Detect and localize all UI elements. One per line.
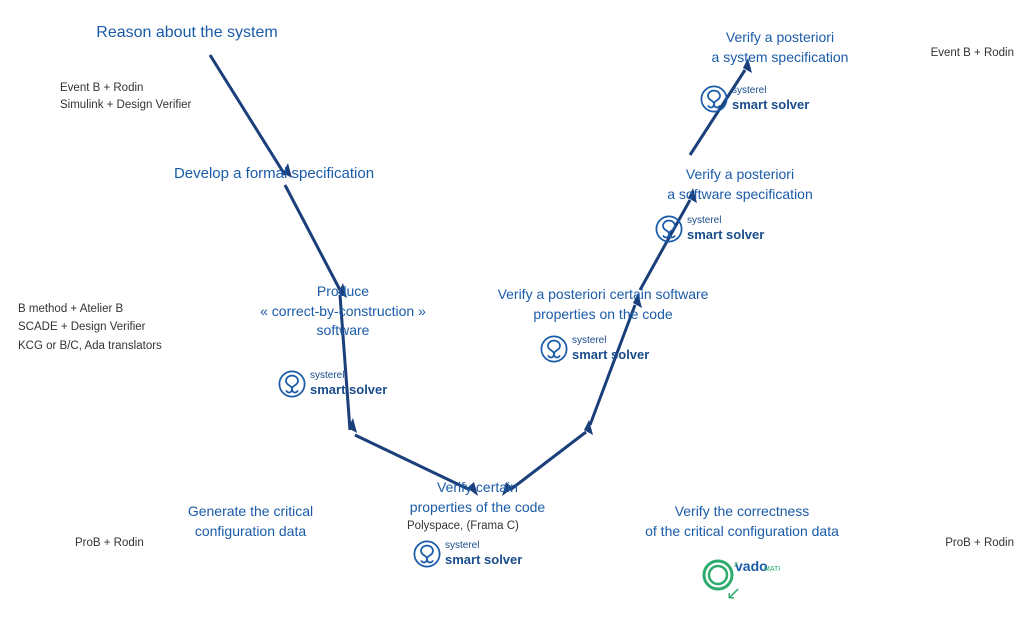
event-b-rodin-top-label: Event B + Rodin (931, 45, 1014, 61)
systerel-badge-props: systerel smart solver (540, 335, 649, 363)
systerel-logo-system (700, 85, 728, 113)
systerel-badge-certain: systerel smart solver (413, 540, 522, 568)
systerel-logo-certain (413, 540, 441, 568)
systerel-logo-produce (278, 370, 306, 398)
verify-system-spec-label: Verify a posterioria system specificatio… (680, 28, 880, 67)
systerel-brand-system: systerel smart solver (732, 85, 809, 113)
svg-text:vado: vado (735, 558, 768, 574)
prob-rodin-right-label: ProB + Rodin (945, 535, 1014, 551)
verify-correctness-label: Verify the correctnessof the critical co… (622, 502, 862, 541)
reason-about-system-label: Reason about the system (87, 22, 287, 44)
verify-software-props-label: Verify a posteriori certain softwareprop… (488, 285, 718, 324)
left-tools-label: B method + Atelier B SCADE + Design Veri… (18, 300, 162, 355)
svg-text:MATH: MATH (764, 566, 780, 573)
svg-text:2: 2 (734, 562, 738, 569)
generate-critical-label: Generate the criticalconfiguration data (163, 502, 338, 541)
systerel-brand-props: systerel smart solver (572, 335, 649, 363)
verify-software-spec-label: Verify a posterioria software specificat… (635, 165, 845, 204)
systerel-logo-software (655, 215, 683, 243)
systerel-brand-certain: systerel smart solver (445, 540, 522, 568)
systerel-logo-props (540, 335, 568, 363)
prob-rodin-left-label: ProB + Rodin (75, 535, 144, 551)
systerel-badge-produce: systerel smart solver (278, 370, 387, 398)
polyspace-label: Polyspace, (Frama C) (407, 518, 519, 534)
produce-label: Produce « correct-by-construction » soft… (253, 282, 433, 341)
svg-text:↙: ↙ (726, 583, 741, 602)
reason-tools-label: Event B + Rodin Simulink + Design Verifi… (60, 80, 191, 115)
verify-certain-label: Verify certainproperties of the code (380, 478, 575, 517)
formal-spec-label: Develop a formal specification (134, 163, 414, 184)
ovado-logo: vado 2 MATH ↙ (700, 557, 780, 602)
ovado-badge: vado 2 MATH ↙ (690, 557, 790, 607)
diagram-container: Reason about the system Event B + Rodin … (0, 0, 1024, 623)
systerel-badge-software: systerel smart solver (655, 215, 764, 243)
systerel-brand-produce: systerel smart solver (310, 370, 387, 398)
systerel-brand-software: systerel smart solver (687, 215, 764, 243)
systerel-badge-system: systerel smart solver (700, 85, 809, 113)
